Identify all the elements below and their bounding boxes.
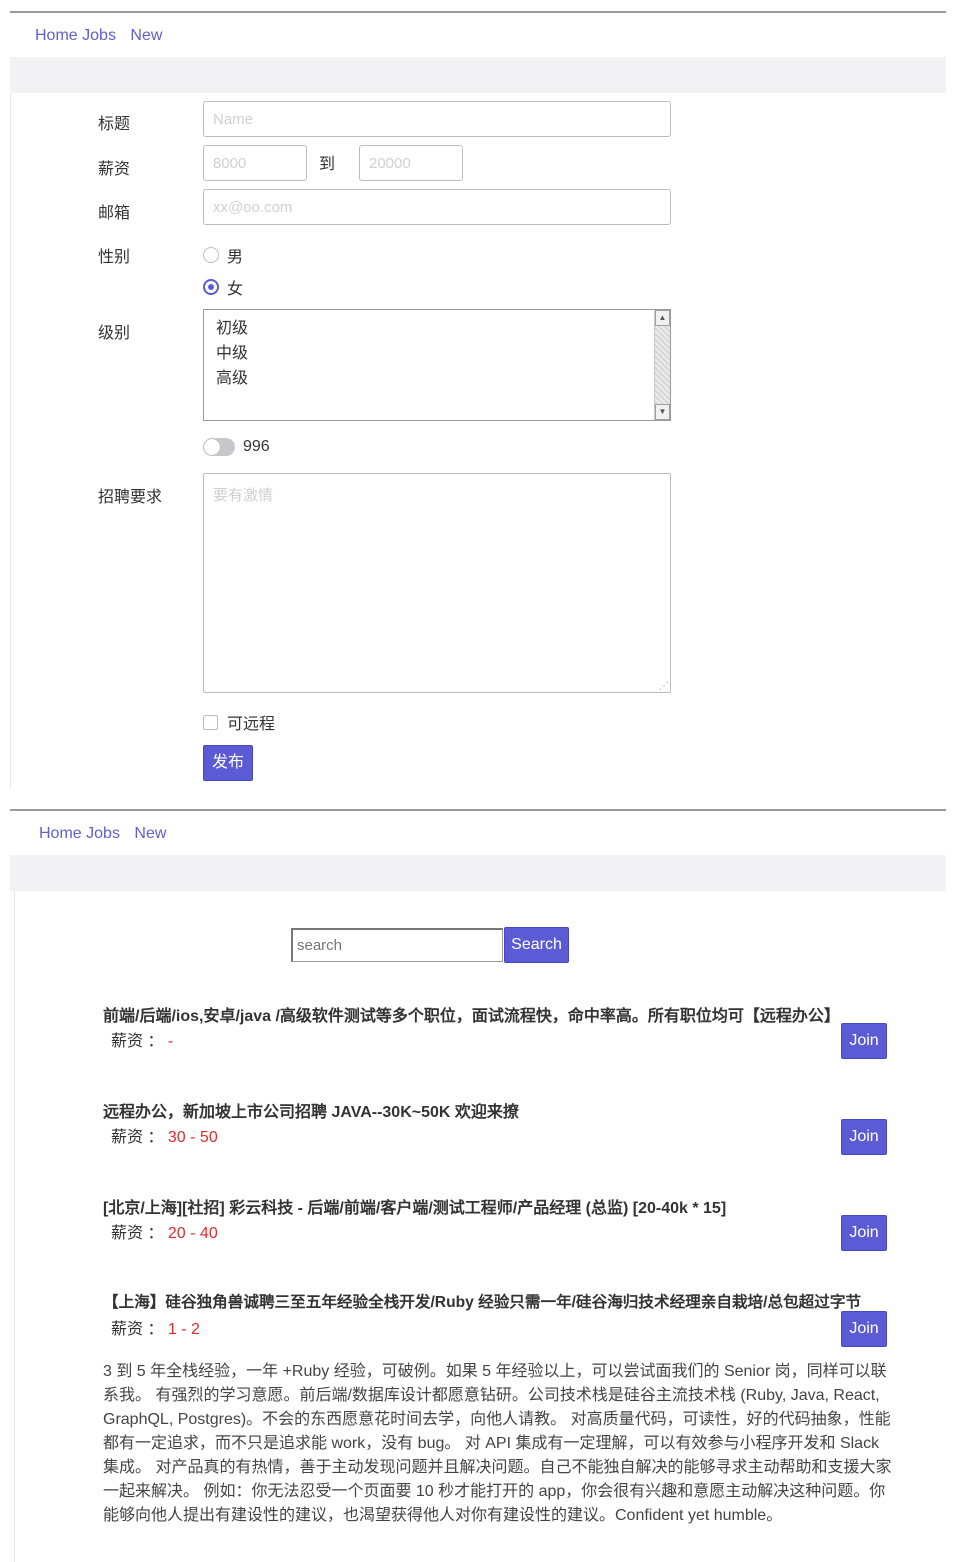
salary-min-input[interactable]: [203, 145, 307, 181]
second-top-divider: [10, 809, 946, 811]
level-option[interactable]: 初级: [204, 316, 670, 341]
job-salary: 薪资 ： 30 - 50: [111, 1123, 218, 1147]
job-title[interactable]: 远程办公，新加坡上市公司招聘 JAVA--30K~50K 欢迎来撩: [103, 1098, 519, 1122]
header-band: [10, 57, 946, 93]
top-divider: [10, 11, 946, 13]
scroll-up-icon[interactable]: ▲: [655, 310, 670, 326]
salary-label: 薪资 ：: [111, 1033, 164, 1050]
title-label: 标题: [98, 116, 131, 133]
remote-option[interactable]: 可远程: [203, 710, 275, 734]
salary-label: 薪资 ：: [111, 1129, 164, 1146]
scroll-down-icon[interactable]: ▼: [655, 404, 670, 420]
job-salary: 薪资 ： -: [111, 1027, 173, 1051]
gender-male-option[interactable]: 男: [203, 243, 243, 267]
job-description: 3 到 5 年全栈经验，一年 +Ruby 经验，可破例。如果 5 年经验以上，可…: [103, 1363, 892, 1524]
nav-home-link[interactable]: Home: [35, 27, 78, 44]
resize-grip-icon[interactable]: ⋰: [659, 681, 669, 692]
search-button[interactable]: Search: [504, 927, 569, 963]
nav-new-link[interactable]: New: [130, 27, 162, 44]
salary-label: 薪资 ：: [111, 1321, 164, 1338]
requirements-label: 招聘要求: [98, 489, 163, 506]
gender-female-label: 女: [227, 281, 244, 298]
nav-new-link[interactable]: New: [134, 825, 166, 842]
listing-header-band: [10, 855, 946, 891]
level-scrollbar[interactable]: ▲ ▼: [654, 310, 670, 420]
level-label: 级别: [98, 325, 131, 342]
top-nav: Home Jobs New: [35, 27, 162, 45]
second-nav: Home Jobs New: [39, 825, 166, 843]
email-label: 邮箱: [98, 205, 131, 222]
email-input[interactable]: [203, 189, 671, 225]
level-option[interactable]: 中级: [204, 341, 670, 366]
radio-female[interactable]: [203, 279, 219, 295]
level-option[interactable]: 高级: [204, 366, 670, 391]
join-button[interactable]: Join: [841, 1215, 887, 1251]
gender-female-option[interactable]: 女: [203, 275, 243, 299]
gender-label: 性别: [98, 249, 131, 266]
job-title[interactable]: 前端/后端/ios,安卓/java /高级软件测试等多个职位，面试流程快，命中率…: [103, 1002, 840, 1026]
join-button[interactable]: Join: [841, 1311, 887, 1347]
salary-label: 薪资 ：: [111, 1225, 164, 1242]
salary-to-text: 到: [319, 156, 336, 173]
join-button[interactable]: Join: [841, 1023, 887, 1059]
title-input[interactable]: [203, 101, 671, 137]
nav-jobs-link[interactable]: Jobs: [82, 27, 116, 44]
job-title[interactable]: [北京/上海][社招] 彩云科技 - 后端/前端/客户端/测试工程师/产品经理 …: [103, 1194, 726, 1218]
nav-jobs-link[interactable]: Jobs: [86, 825, 120, 842]
toggle-996-row[interactable]: 996: [203, 438, 270, 456]
nav-home-link[interactable]: Home: [39, 825, 82, 842]
job-title[interactable]: 【上海】硅谷独角兽诚聘三至五年经验全栈开发/Ruby 经验只需一年/硅谷海归技术…: [103, 1290, 861, 1312]
gender-male-label: 男: [227, 249, 244, 266]
listing-left-border: [14, 891, 15, 1562]
join-button[interactable]: Join: [841, 1119, 887, 1155]
salary-value: 1 - 2: [167, 1321, 200, 1338]
job-salary: 薪资 ： 20 - 40: [111, 1219, 218, 1243]
toggle-996-switch[interactable]: [203, 438, 235, 456]
job-salary: 薪资 ： 1 - 2: [111, 1315, 200, 1339]
salary-value: -: [167, 1033, 174, 1050]
remote-checkbox[interactable]: [203, 714, 218, 730]
remote-label: 可远程: [227, 716, 276, 733]
salary-value: 30 - 50: [167, 1129, 218, 1146]
search-input[interactable]: [291, 928, 503, 962]
publish-button[interactable]: 发布: [203, 745, 253, 781]
level-select[interactable]: 初级 中级 高级 ▲ ▼: [203, 309, 671, 421]
radio-male[interactable]: [203, 247, 219, 263]
requirements-textarea[interactable]: [203, 473, 671, 693]
salary-label: 薪资: [98, 161, 131, 178]
salary-value: 20 - 40: [167, 1225, 218, 1242]
salary-max-input[interactable]: [359, 145, 463, 181]
panel-left-border: [10, 93, 11, 788]
toggle-996-label: 996: [243, 438, 270, 455]
